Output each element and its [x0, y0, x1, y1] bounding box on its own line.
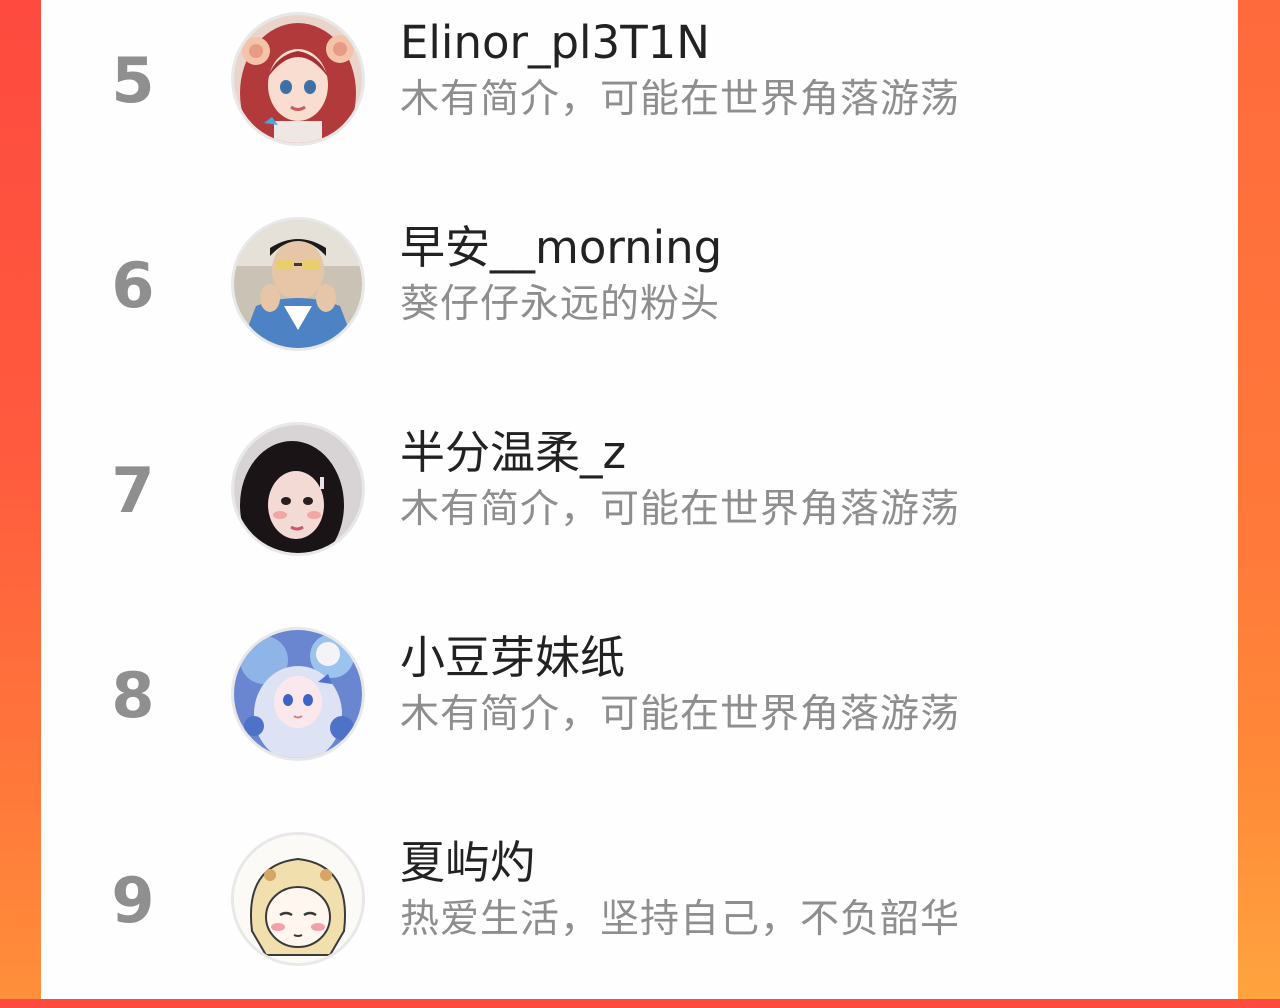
user-bio: 木有简介，可能在世界角落游荡	[400, 692, 961, 737]
user-bio: 热爱生活，坚持自己，不负韶华	[400, 897, 961, 942]
user-avatar[interactable]	[231, 422, 365, 556]
username[interactable]: 小豆芽妹纸	[400, 628, 625, 688]
background-gradient-right	[1238, 0, 1280, 999]
rank-number: 7	[111, 454, 155, 527]
user-bio: 木有简介，可能在世界角落游荡	[400, 487, 961, 532]
blue-fantasy-anime-girl-avatar	[234, 630, 362, 758]
user-avatar[interactable]	[231, 12, 365, 146]
red-haired-anime-girl-avatar	[234, 15, 362, 143]
rank-number: 9	[111, 864, 155, 937]
ranking-list-item[interactable]: 8 小豆芽妹纸 木有简介，可能在世界角落游荡	[41, 588, 1238, 793]
ranking-list-panel: 5 Elinor_pl3T1N 木有简介，可能在世界角落游荡 6 早安__mor…	[41, 0, 1238, 999]
ranking-list-item[interactable]: 9 夏屿灼 热爱生活，坚持自己，不负韶华	[41, 793, 1238, 998]
rank-number: 5	[111, 44, 155, 117]
user-bio: 木有简介，可能在世界角落游荡	[400, 77, 961, 122]
username[interactable]: 早安__morning	[400, 218, 722, 278]
ranking-list-item[interactable]: 5 Elinor_pl3T1N 木有简介，可能在世界角落游荡	[41, 0, 1238, 178]
girl-with-bangs-photo-avatar	[234, 425, 362, 553]
user-avatar[interactable]	[231, 832, 365, 966]
user-bio: 葵仔仔永远的粉头	[400, 282, 721, 327]
username[interactable]: Elinor_pl3T1N	[400, 13, 710, 73]
user-avatar[interactable]	[231, 217, 365, 351]
username[interactable]: 夏屿灼	[400, 833, 535, 893]
blonde-chibi-girl-avatar	[234, 835, 362, 963]
username[interactable]: 半分温柔_z	[400, 423, 626, 483]
ranking-list: 5 Elinor_pl3T1N 木有简介，可能在世界角落游荡 6 早安__mor…	[41, 0, 1238, 998]
user-avatar[interactable]	[231, 627, 365, 761]
ranking-list-item[interactable]: 6 早安__morning 葵仔仔永远的粉头	[41, 178, 1238, 383]
ranking-list-item[interactable]: 7 半分温柔_z 木有简介，可能在世界角落游荡	[41, 383, 1238, 588]
man-with-sunglasses-photo-avatar	[234, 220, 362, 348]
rank-number: 6	[111, 249, 155, 322]
rank-number: 8	[111, 659, 155, 732]
